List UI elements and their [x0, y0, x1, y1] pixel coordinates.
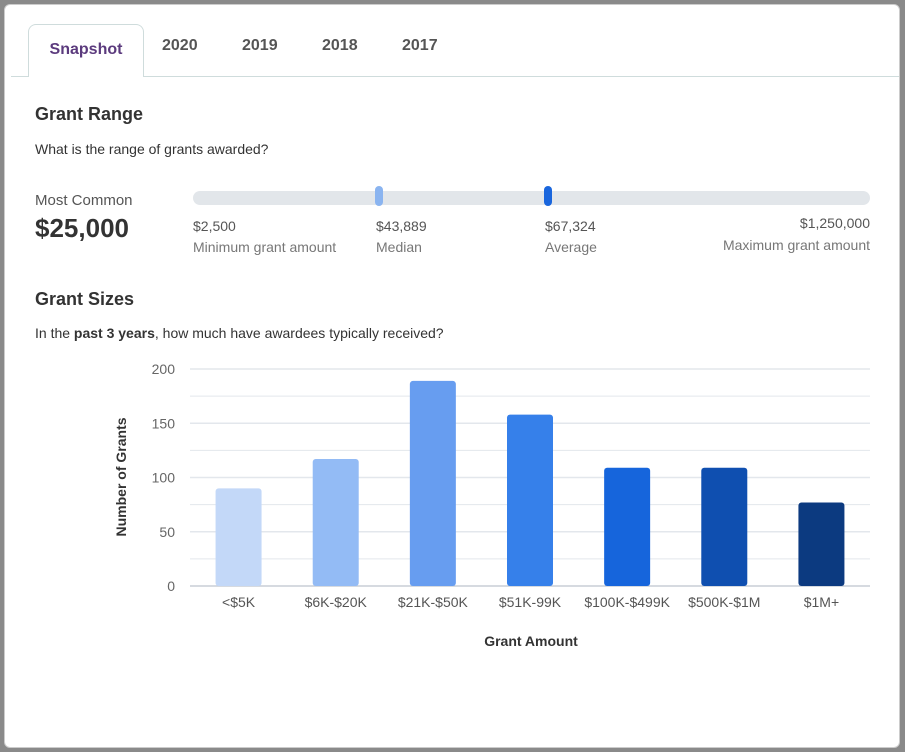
y-tick-label: 200 [152, 361, 176, 377]
y-tick-label: 50 [159, 524, 175, 540]
bar [507, 415, 553, 586]
x-axis-label: Grant Amount [484, 633, 578, 649]
x-tick-label: $500K-$1M [688, 594, 760, 610]
y-axis-label: Number of Grants [113, 417, 129, 536]
bar [701, 468, 747, 586]
y-tick-label: 100 [152, 470, 176, 486]
x-tick-label: $21K-$50K [398, 594, 469, 610]
tab-snapshot[interactable]: Snapshot [28, 24, 144, 77]
y-tick-label: 0 [167, 578, 175, 594]
x-tick-label: <$5K [222, 594, 256, 610]
x-tick-label: $6K-$20K [305, 594, 368, 610]
bar [216, 488, 262, 586]
bar [798, 502, 844, 586]
bar [604, 468, 650, 586]
bar [410, 381, 456, 586]
x-tick-label: $1M+ [804, 594, 839, 610]
x-tick-label: $51K-99K [499, 594, 562, 610]
grant-sizes-chart: 0 50 100 150 200 <$5K $6K-$20K $21K-$50K $51K-99… [0, 0, 905, 752]
y-tick-label: 150 [152, 415, 176, 431]
bar [313, 459, 359, 586]
x-tick-label: $100K-$499K [584, 594, 670, 610]
